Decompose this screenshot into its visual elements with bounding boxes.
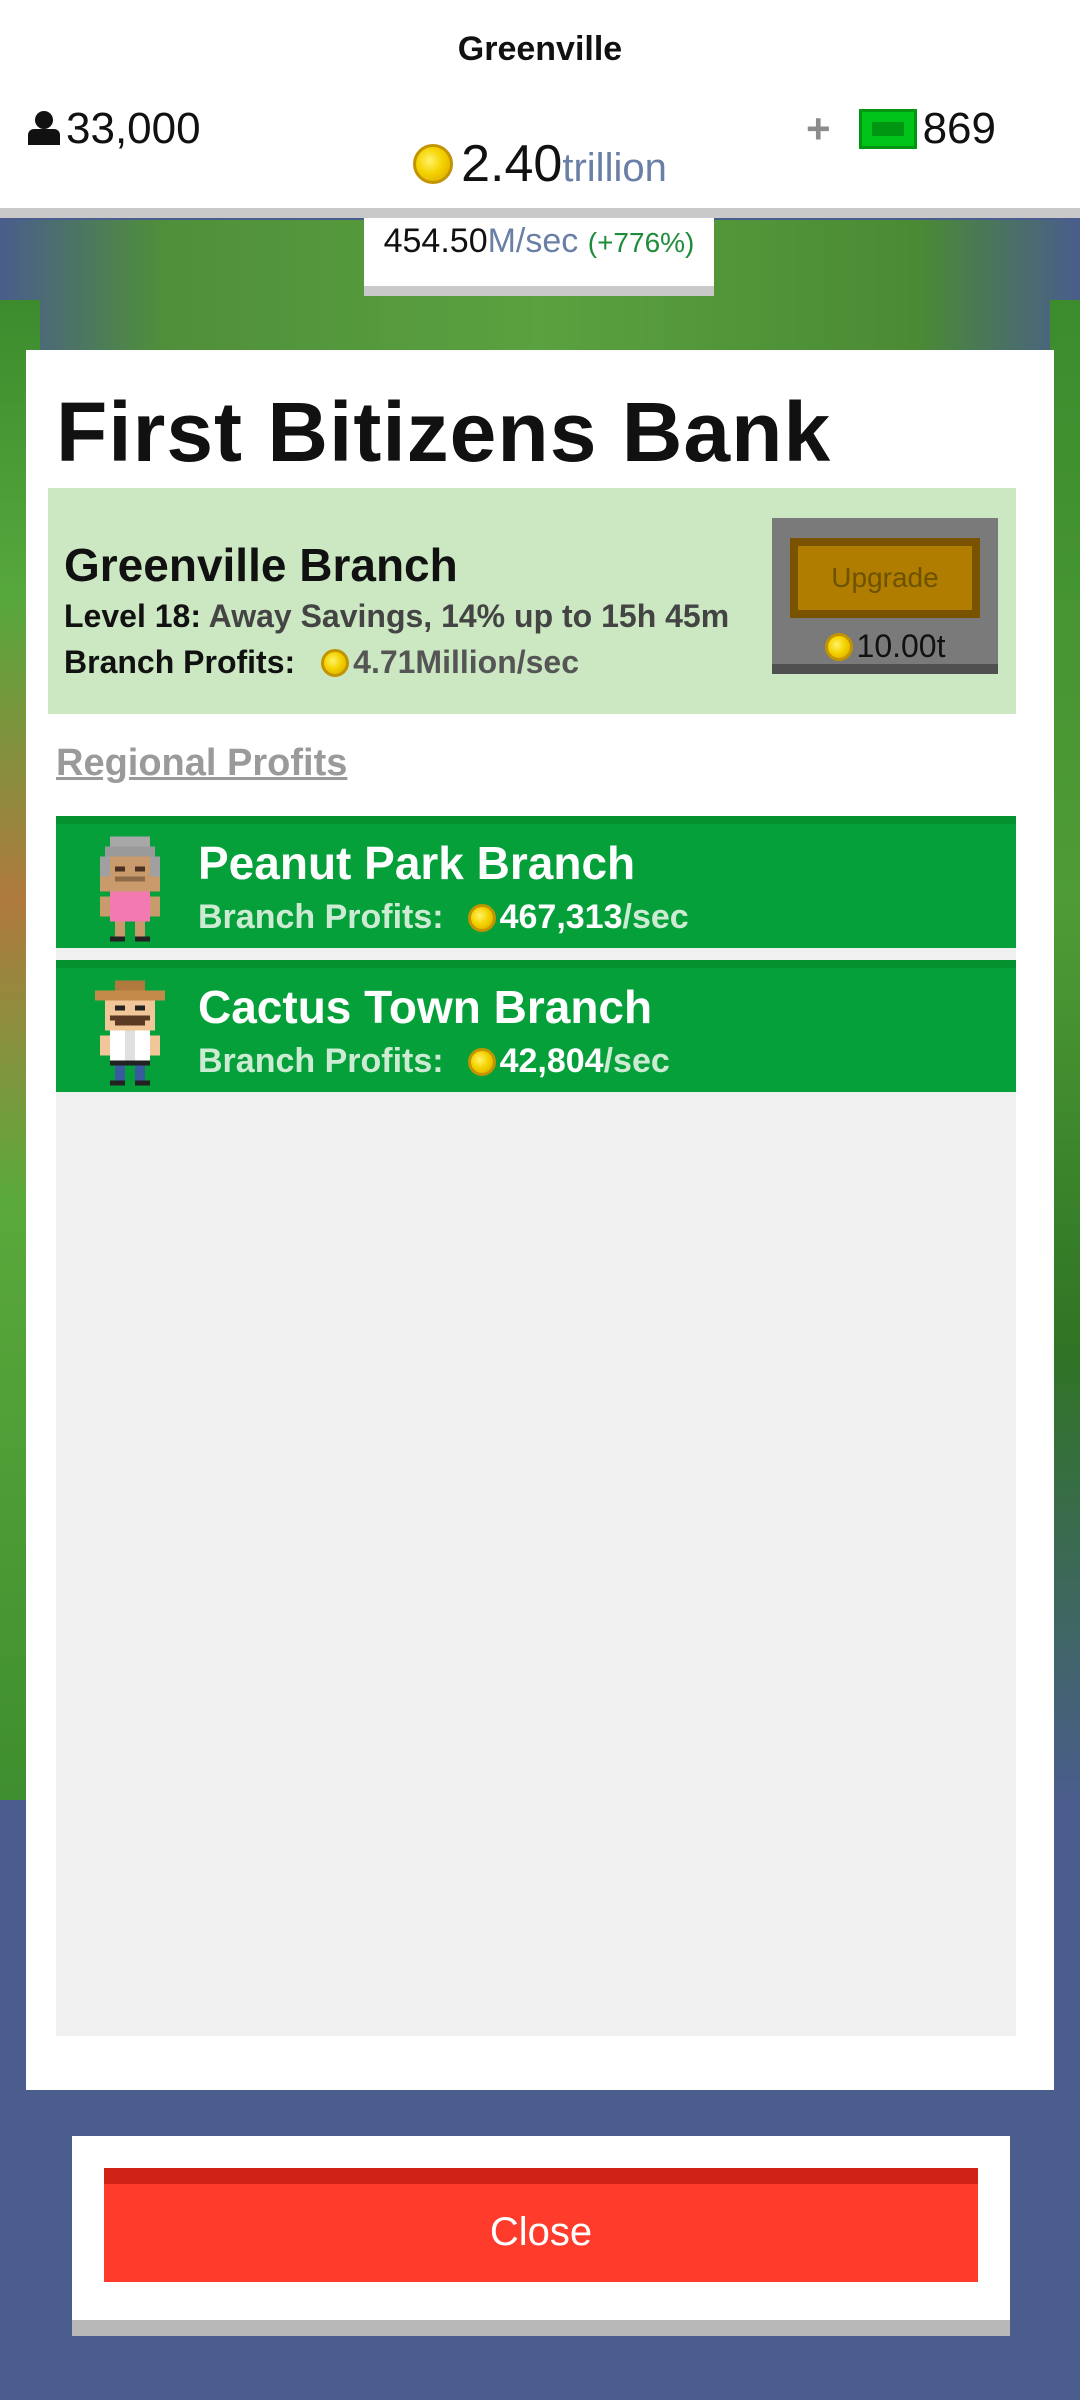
- bux-value: 869: [922, 104, 996, 153]
- region-profits-label: Branch Profits:: [198, 898, 444, 936]
- upgrade-button[interactable]: Upgrade: [790, 538, 980, 618]
- upgrade-panel: Upgrade 10.00t: [772, 518, 998, 674]
- bank-panel: First Bitizens Bank Greenville Branch Le…: [26, 350, 1054, 2090]
- coin-icon: [413, 144, 454, 184]
- income-rate-tab: 454.50M/sec (+776%): [364, 218, 714, 296]
- upgrade-cost: 10.00t: [772, 628, 998, 665]
- branch-profits-label: Branch Profits:: [64, 644, 296, 680]
- level-description: Away Savings, 14% up to 15h 45m: [208, 598, 730, 634]
- region-profits-label: Branch Profits:: [198, 1042, 444, 1080]
- city-name: Greenville: [457, 30, 623, 68]
- coin-icon: [824, 632, 853, 661]
- income-rate-value: 454.50: [383, 222, 488, 260]
- region-profits-unit: /sec: [603, 1042, 670, 1080]
- world-background-right: [1050, 300, 1080, 1800]
- cowboy-bitizen-avatar-icon: [95, 980, 165, 1086]
- coin-balance-value: 2.40: [461, 135, 563, 193]
- upgrade-cost-value: 10.00t: [856, 628, 946, 664]
- region-branch-profits: Branch Profits: 42,804 /sec: [198, 1042, 670, 1081]
- elderly-bitizen-avatar-icon: [100, 836, 160, 942]
- region-branch-name: Peanut Park Branch: [198, 837, 636, 889]
- list-item[interactable]: Cactus Town Branch Branch Profits: 42,80…: [56, 960, 1016, 1092]
- branch-profits: Branch Profits: 4.71Million/sec: [64, 644, 579, 681]
- region-branch-profits: Branch Profits: 467,313 /sec: [198, 898, 689, 937]
- close-button-frame: Close: [72, 2136, 1010, 2336]
- coin-balance-unit: trillion: [562, 145, 667, 190]
- list-item[interactable]: Peanut Park Branch Branch Profits: 467,3…: [56, 816, 1016, 948]
- page-title: First Bitizens Bank: [56, 385, 832, 479]
- coin-icon: [467, 1047, 496, 1076]
- region-profits-value: 42,804: [499, 1042, 604, 1080]
- region-profits-value: 467,313: [499, 898, 623, 936]
- close-button[interactable]: Close: [104, 2168, 978, 2282]
- add-bux-icon[interactable]: +: [806, 105, 831, 153]
- bux-balance[interactable]: + 869: [806, 104, 996, 154]
- current-branch-card: Greenville Branch Level 18: Away Savings…: [48, 488, 1016, 714]
- regional-profits-heading: Regional Profits: [56, 742, 348, 784]
- income-rate-unit: M/sec: [487, 222, 579, 260]
- coin-icon: [321, 648, 350, 677]
- bux-icon: [858, 109, 917, 149]
- branch-level: Level 18: Away Savings, 14% up to 15h 45…: [64, 598, 729, 635]
- regional-branch-list: Peanut Park Branch Branch Profits: 467,3…: [56, 816, 1016, 2036]
- region-branch-name: Cactus Town Branch: [198, 981, 653, 1033]
- branch-profits-value: 4.71Million/sec: [353, 644, 580, 680]
- top-status-bar: Greenville 33,000 2.40 trillion + 869: [0, 0, 1080, 218]
- coin-icon: [467, 903, 496, 932]
- region-profits-unit: /sec: [622, 898, 689, 936]
- income-rate-change: (+776%): [587, 227, 695, 258]
- level-label: Level 18:: [64, 598, 201, 634]
- branch-name: Greenville Branch: [64, 539, 458, 591]
